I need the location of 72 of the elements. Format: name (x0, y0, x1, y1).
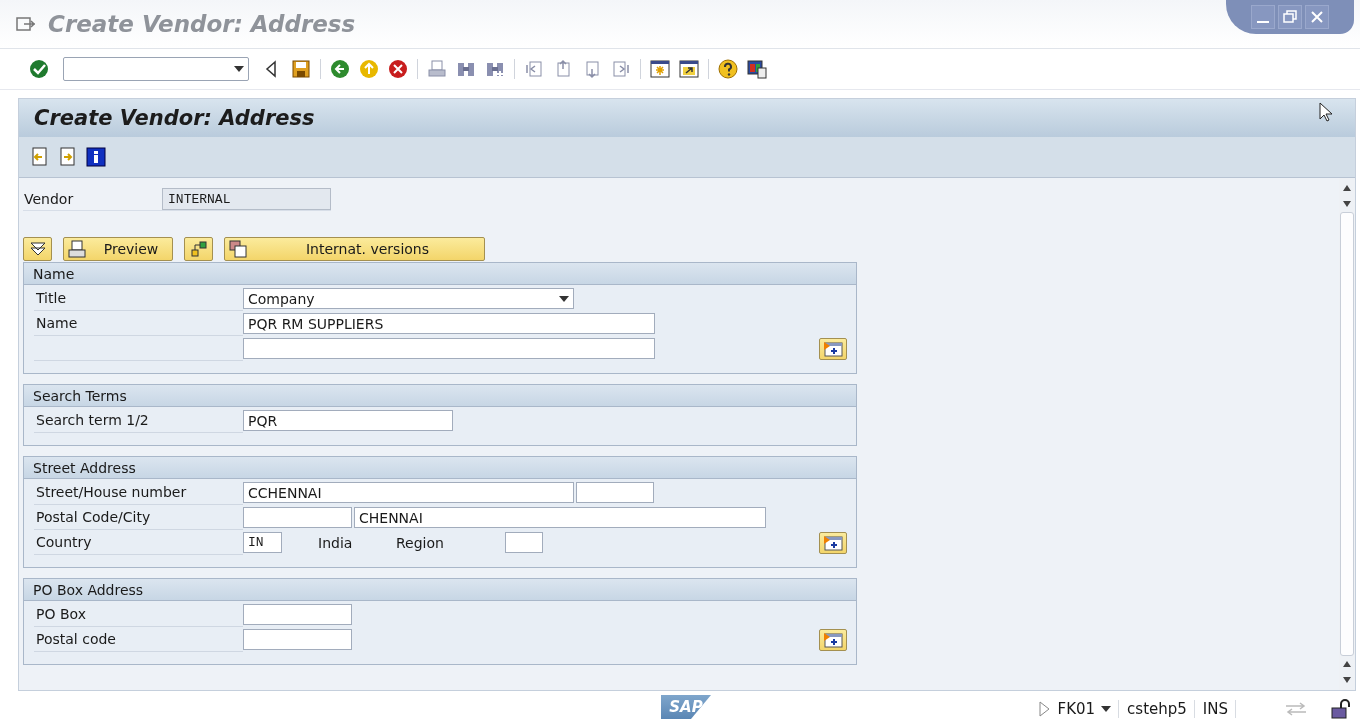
field-label: Postal Code/City (34, 505, 243, 530)
menu-icon[interactable] (16, 16, 36, 32)
group-title: Name (24, 263, 856, 285)
field-label: Search term 1/2 (34, 408, 243, 433)
dropdown-caret-icon[interactable] (234, 66, 244, 72)
hierarchy-button[interactable] (184, 237, 213, 261)
field-label: Country (34, 530, 243, 555)
server-name: cstehp5 (1127, 700, 1195, 718)
input-field[interactable]: PQR RM SUPPLIERS (243, 313, 655, 334)
more-fields-button[interactable] (819, 338, 847, 360)
cancel-icon[interactable] (388, 59, 408, 79)
input-field[interactable]: CCHENNAI (243, 482, 574, 503)
add-window-icon (823, 632, 843, 648)
input-field[interactable] (505, 532, 543, 553)
field-label: Postal code (34, 627, 243, 652)
scroll-up-icon[interactable] (1342, 660, 1352, 668)
help-icon[interactable] (718, 59, 738, 79)
vendor-field: INTERNAL (162, 188, 331, 210)
input-field[interactable] (243, 338, 655, 359)
versions-button[interactable]: Internat. versions (224, 237, 485, 261)
group-title: Search Terms (24, 385, 856, 407)
expand-button[interactable] (23, 237, 52, 261)
field-label: PO Box (34, 602, 243, 627)
field-label: Street/House number (34, 480, 243, 505)
dropdown-caret-icon[interactable] (1101, 706, 1112, 712)
add-window-icon (823, 535, 843, 551)
add-window-icon (823, 341, 843, 357)
command-field[interactable] (63, 57, 249, 81)
dropdown-field[interactable]: Company (243, 288, 574, 309)
mouse-pointer-icon (1319, 102, 1333, 122)
field-label: Name (34, 311, 243, 336)
more-fields-button[interactable] (819, 532, 847, 554)
screen-title: Create Vendor: Address (34, 106, 315, 130)
check-icon[interactable] (29, 59, 49, 79)
windows-icon (229, 240, 247, 258)
more-fields-button[interactable] (819, 629, 847, 651)
new-window-icon[interactable] (650, 59, 670, 79)
hierarchy-icon (189, 240, 208, 258)
input-mode: INS (1202, 700, 1236, 718)
group-title: Street Address (24, 457, 856, 479)
close-icon[interactable] (1305, 5, 1329, 29)
input-field[interactable]: CHENNAI (354, 507, 766, 528)
connection-icon (1284, 700, 1308, 718)
dropdown-caret-icon[interactable] (559, 295, 569, 302)
input-field[interactable] (576, 482, 654, 503)
expand-icon (28, 240, 47, 258)
input-field[interactable] (243, 507, 352, 528)
shortcut-icon[interactable] (679, 59, 699, 79)
vendor-label: Vendor (23, 191, 75, 207)
scroll-down-icon[interactable] (1342, 676, 1352, 684)
input-field[interactable]: PQR (243, 410, 453, 431)
country-name: India (318, 534, 354, 551)
preview-button[interactable]: Preview (63, 237, 173, 261)
expand-triangle-icon[interactable] (1037, 701, 1050, 717)
group-title: PO Box Address (24, 579, 856, 601)
field-label: Region (396, 534, 445, 551)
transaction-code[interactable]: FK01 (1057, 700, 1096, 718)
padlock-icon[interactable] (1330, 698, 1352, 720)
logo: SAP (661, 695, 711, 719)
input-field[interactable] (243, 604, 352, 625)
monitor-icon[interactable] (747, 59, 767, 79)
field-label: Title (34, 286, 243, 311)
window-title: Create Vendor: Address (48, 11, 356, 37)
input-field[interactable] (243, 629, 352, 650)
scroll-thumb[interactable] (1340, 212, 1354, 656)
input-field[interactable]: IN (243, 532, 282, 553)
info-icon[interactable] (86, 147, 106, 167)
scroll-up-icon[interactable] (1342, 184, 1352, 192)
scroll-down-icon[interactable] (1342, 200, 1352, 208)
printer-icon (68, 240, 86, 258)
minimize-icon[interactable] (1251, 5, 1275, 29)
save-icon[interactable] (291, 59, 311, 79)
